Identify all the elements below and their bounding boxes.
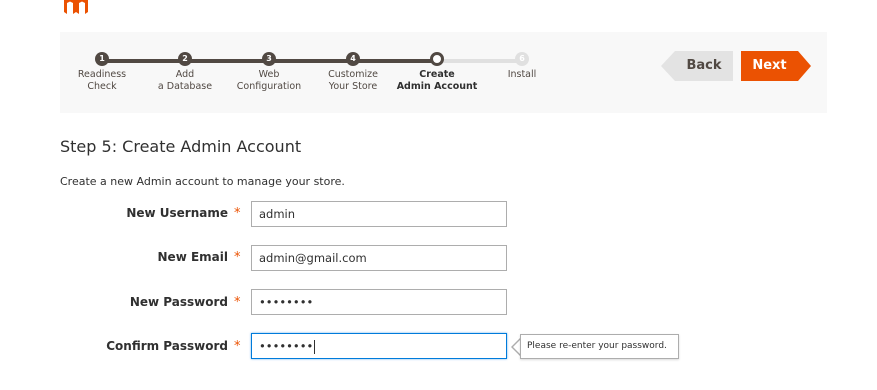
progress-step-customize-store: 4 Customize Your Store [308, 52, 398, 93]
confirm-password-tooltip: Please re-enter your password. [520, 334, 679, 359]
step-label: Add a Database [157, 69, 213, 92]
progress-step-web-configuration: 3 Web Configuration [224, 52, 314, 93]
required-marker: * [234, 295, 241, 310]
username-input[interactable]: admin [251, 201, 507, 227]
step-label: Readiness Check [77, 69, 127, 92]
next-button[interactable]: Next [741, 51, 798, 81]
progress-step-install: 6 Install [477, 52, 567, 81]
magento-logo-icon [64, 0, 88, 14]
current-step-indicator [430, 52, 444, 66]
password-label: New Password [129, 295, 228, 309]
step-number: 4 [346, 52, 360, 66]
step-number: 6 [515, 52, 529, 66]
email-input[interactable]: admin@gmail.com [251, 245, 507, 271]
confirm-password-input[interactable]: •••••••• [251, 333, 507, 359]
page-title: Step 5: Create Admin Account [60, 137, 302, 156]
step-label: Customize Your Store [328, 69, 378, 92]
step-label: Web Configuration [236, 69, 302, 92]
page-intro: Create a new Admin account to manage you… [60, 175, 345, 188]
required-marker: * [234, 339, 241, 354]
required-marker: * [234, 250, 241, 265]
text-caret [314, 339, 316, 354]
back-arrow-icon[interactable] [661, 51, 675, 81]
step-label: Create Admin Account [396, 69, 478, 92]
password-input[interactable]: •••••••• [251, 289, 507, 315]
confirm-password-label: Confirm Password [106, 339, 228, 353]
step-label: Install [507, 69, 537, 80]
step-number: 2 [178, 52, 192, 66]
back-button[interactable]: Back [675, 51, 733, 81]
confirm-password-value: •••••••• [259, 339, 314, 353]
next-arrow-icon[interactable] [798, 51, 811, 81]
username-label: New Username [126, 206, 228, 220]
progress-step-readiness-check: 1 Readiness Check [57, 52, 147, 93]
step-number: 1 [95, 52, 109, 66]
progress-step-create-admin-account: Create Admin Account [392, 52, 482, 93]
step-number: 3 [262, 52, 276, 66]
email-label: New Email [157, 250, 228, 264]
progress-step-add-database: 2 Add a Database [140, 52, 230, 93]
required-marker: * [234, 206, 241, 221]
